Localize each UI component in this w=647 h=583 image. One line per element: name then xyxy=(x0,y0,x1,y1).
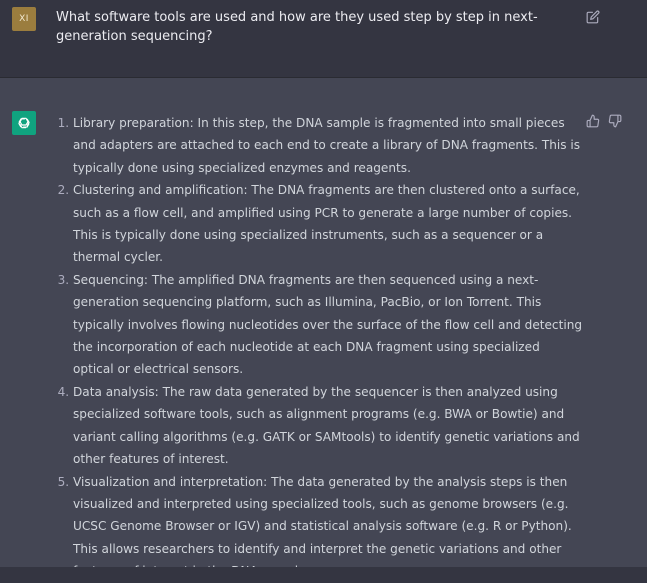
thumbs-down-icon[interactable] xyxy=(608,113,622,132)
bottom-strip xyxy=(0,567,647,583)
openai-logo-icon xyxy=(12,111,36,135)
user-message: XI What software tools are used and how … xyxy=(0,0,647,78)
answer-step-1: Library preparation: In this step, the D… xyxy=(73,112,584,179)
answer-step-3: Sequencing: The amplified DNA fragments … xyxy=(73,269,584,381)
user-question: What software tools are used and how are… xyxy=(56,10,538,44)
thumbs-up-icon[interactable] xyxy=(586,113,600,132)
answer-steps-list: Library preparation: In this step, the D… xyxy=(56,112,584,583)
answer-step-2: Clustering and amplification: The DNA fr… xyxy=(73,179,584,269)
feedback-buttons xyxy=(586,113,622,132)
user-avatar: XI xyxy=(12,7,36,31)
answer-step-4: Data analysis: The raw data generated by… xyxy=(73,381,584,471)
answer-step-5: Visualization and interpretation: The da… xyxy=(73,471,584,583)
assistant-message: Library preparation: In this step, the D… xyxy=(0,78,647,578)
